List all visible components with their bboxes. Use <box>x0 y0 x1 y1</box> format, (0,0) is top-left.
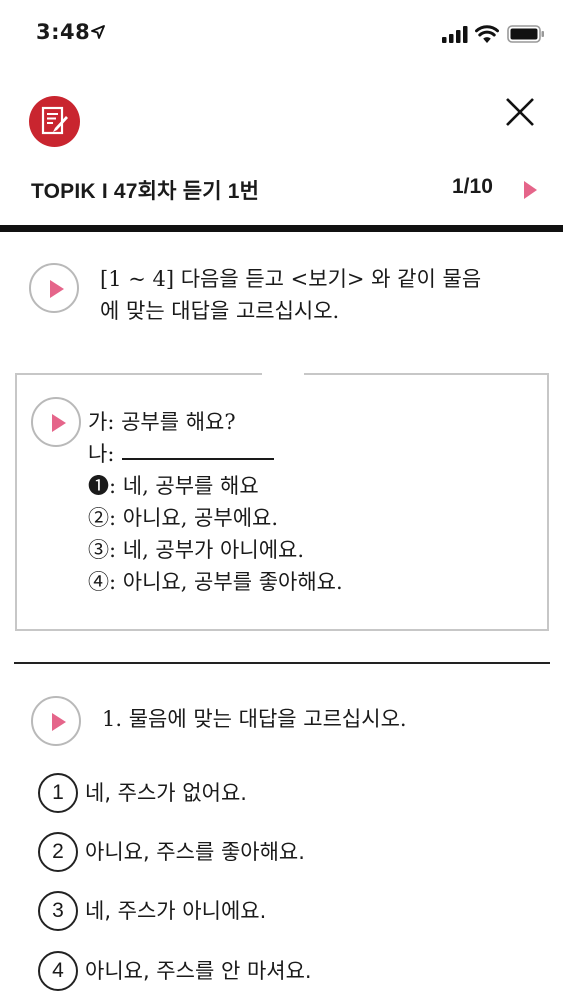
instruction-line-2: 에 맞는 대답을 고르십시오. <box>100 299 340 323</box>
instruction-line-1: [1 ~ 4] 다음을 듣고 <보기> 와 같이 물음 <box>100 267 482 291</box>
play-icon <box>52 713 66 731</box>
status-time: 3:48 <box>36 20 91 44</box>
example-choice-4: ④: 아니요, 공부를 좋아해요. <box>88 570 343 594</box>
example-choice-1: ❶: 네, 공부를 해요 <box>88 474 259 498</box>
next-page-button[interactable] <box>522 180 538 200</box>
example-play-button[interactable] <box>31 397 81 447</box>
document-edit-icon <box>41 106 68 135</box>
instruction-text: [1 ~ 4] 다음을 듣고 <보기> 와 같이 물음 에 맞는 대답을 고르십… <box>100 263 540 327</box>
section-divider <box>14 662 550 664</box>
app-logo <box>29 96 80 147</box>
example-box-gap <box>262 370 304 376</box>
option-number: 4 <box>38 951 78 991</box>
example-line-ga: 가: 공부를 해요? <box>88 410 236 434</box>
play-icon <box>52 414 66 432</box>
page-counter: 1/10 <box>452 175 493 198</box>
example-choice-2: ②: 아니요, 공부에요. <box>88 506 279 530</box>
question-text: 1. 물음에 맞는 대답을 고르십시오. <box>102 707 407 731</box>
status-bar: 3:48 <box>0 0 563 70</box>
next-arrow-icon <box>524 181 537 199</box>
example-choice-3: ③: 네, 공부가 아니에요. <box>88 538 305 562</box>
battery-icon <box>507 25 544 43</box>
option-text: 아니요, 주스를 안 마셔요. <box>85 959 312 983</box>
option-number: 1 <box>38 773 78 813</box>
close-button[interactable] <box>500 92 540 132</box>
header-divider <box>0 225 563 232</box>
option-number: 2 <box>38 832 78 872</box>
example-na-label: 나: <box>88 442 115 466</box>
play-icon <box>50 280 64 298</box>
option-text: 아니요, 주스를 좋아해요. <box>85 840 305 864</box>
answer-blank <box>122 438 275 460</box>
option-text: 네, 주스가 없어요. <box>85 781 247 805</box>
option-text: 네, 주스가 아니에요. <box>85 899 267 923</box>
example-dialogue: 가: 공부를 해요? 나: ❶: 네, 공부를 해요 ②: 아니요, 공부에요.… <box>88 406 343 598</box>
option-number: 3 <box>38 891 78 931</box>
cellular-signal-icon <box>442 26 468 43</box>
instruction-play-button[interactable] <box>29 263 79 313</box>
page-title: TOPIK I 47회차 듣기 1번 <box>31 180 260 203</box>
example-line-na: 나: <box>88 438 343 470</box>
location-arrow-icon <box>91 25 105 39</box>
question-play-button[interactable] <box>31 696 81 746</box>
wifi-icon <box>475 25 499 43</box>
